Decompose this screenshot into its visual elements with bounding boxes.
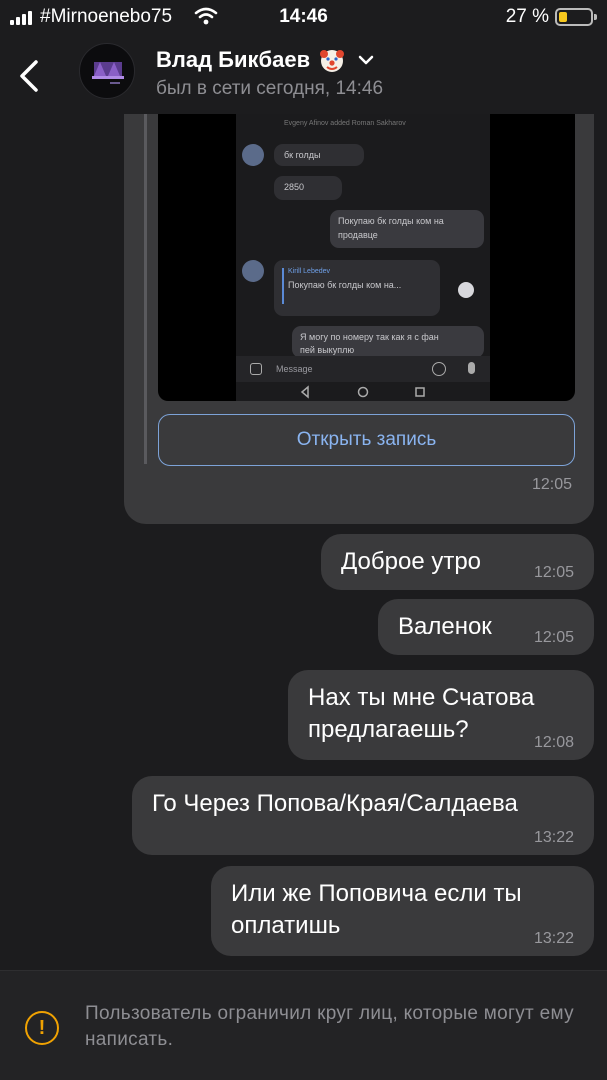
chat-header: Влад Бикбаев был в сети сегодня, 14:46: [0, 34, 607, 114]
battery-icon: [555, 8, 597, 26]
quote-line: [144, 114, 147, 464]
message-bubble[interactable]: Нах ты мне Счатова предлагаешь? 12:08: [288, 670, 594, 760]
video-avatar: [242, 144, 264, 166]
message-time: 12:05: [531, 476, 572, 493]
message-text: Го Через Попова/Края/Салдаева: [152, 790, 518, 817]
message-bubble[interactable]: Доброе утро 12:05: [321, 534, 594, 590]
video-input-placeholder: Message: [276, 364, 313, 374]
video-avatar: [242, 260, 264, 282]
message-time: 12:05: [533, 629, 574, 646]
video-msg-3-a: Покупаю бк голды ком на: [338, 216, 444, 226]
message-text: Или же Поповича если ты: [231, 880, 522, 907]
emoji-icon: [432, 362, 446, 376]
video-header-text: Evgeny Afinov added Roman Sakharov: [284, 120, 406, 127]
video-msg-5-a: Я могу по номеру так как я с фан: [300, 332, 439, 342]
video-screen: Evgeny Afinov added Roman Sakharov бк го…: [236, 114, 490, 401]
message-time: 12:05: [533, 564, 574, 581]
microphone-icon: [468, 362, 475, 374]
shared-post-message[interactable]: Evgeny Afinov added Roman Sakharov бк го…: [124, 114, 594, 524]
message-time: 13:22: [533, 930, 574, 947]
status-bar: #Mirnoenebo75 14:46 27 %: [0, 0, 607, 34]
message-bubble[interactable]: Го Через Попова/Края/Салдаева 13:22: [132, 776, 594, 855]
message-bubble[interactable]: Или же Поповича если ты оплатишь 13:22: [211, 866, 594, 956]
video-msg-5-b: пей выкуплю: [300, 345, 355, 355]
contact-name-row[interactable]: Влад Бикбаев: [156, 46, 374, 74]
message-time: 13:22: [533, 829, 574, 846]
video-reply-quote: Покупаю бк голды ком на...: [288, 280, 402, 290]
video-share-icon: [458, 282, 474, 298]
message-time: 12:08: [533, 734, 574, 751]
video-msg-3-b: продавце: [338, 230, 378, 240]
clown-emoji-icon: [320, 50, 345, 72]
video-msg-2: 2850: [284, 182, 305, 192]
message-text: Нах ты мне Счатова: [308, 684, 535, 711]
paperclip-icon: [250, 363, 262, 375]
android-nav-icon: [300, 385, 425, 399]
battery-level: [559, 12, 567, 22]
video-reply-line: [282, 268, 284, 304]
contact-name: Влад Бикбаев: [156, 47, 311, 72]
avatar[interactable]: [79, 43, 135, 99]
chevron-down-icon[interactable]: [358, 54, 374, 66]
warning-icon: !: [25, 1011, 59, 1045]
last-seen-status: был в сети сегодня, 14:46: [156, 78, 384, 99]
video-msg-1: бк голды: [284, 150, 321, 160]
restricted-notice-bar: ! Пользователь ограничил круг лиц, котор…: [0, 970, 607, 1080]
chevron-left-icon[interactable]: [14, 56, 44, 96]
message-list[interactable]: Evgeny Afinov added Roman Sakharov бк го…: [0, 114, 607, 970]
message-bubble[interactable]: Валенок 12:05: [378, 599, 594, 655]
restricted-notice-text: Пользователь ограничил круг лиц, которые…: [85, 1003, 574, 1050]
video-reply-author: Kirill Lebedev: [288, 268, 331, 275]
avatar-logo-icon: [92, 62, 124, 84]
video-input-bar: [236, 356, 490, 382]
open-record-button[interactable]: Открыть запись: [158, 414, 575, 466]
video-preview[interactable]: Evgeny Afinov added Roman Sakharov бк го…: [158, 114, 575, 401]
battery-percent: 27 %: [505, 6, 549, 27]
